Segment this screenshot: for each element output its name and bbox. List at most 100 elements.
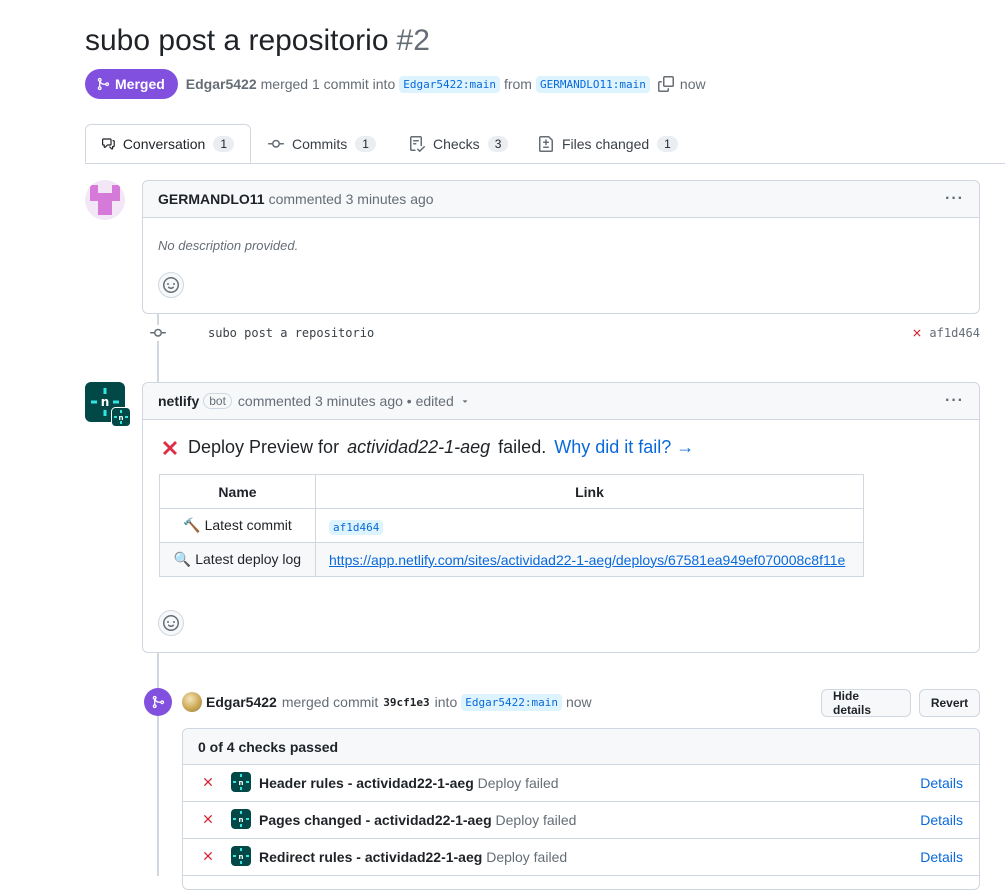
kebab-menu-icon[interactable]: ··· bbox=[945, 190, 964, 208]
table-row: 🔍 Latest deploy log https://app.netlify.… bbox=[159, 542, 864, 577]
table-header: Link bbox=[315, 474, 864, 509]
merged-state-badge: Merged bbox=[85, 69, 178, 99]
deploy-log-link[interactable]: https://app.netlify.com/sites/actividad2… bbox=[329, 552, 845, 568]
git-commit-icon bbox=[150, 325, 166, 341]
pr-time: now bbox=[679, 76, 706, 92]
bot-badge: bot bbox=[203, 393, 232, 409]
netlify-avatar[interactable]: n n bbox=[85, 382, 131, 427]
check-details-link[interactable]: Details bbox=[920, 775, 963, 791]
comment-header: netlify bot commented 3 minutes ago • ed… bbox=[143, 383, 979, 420]
deploy-title-prefix: Deploy Preview for bbox=[188, 437, 340, 457]
svg-text:n: n bbox=[119, 414, 124, 422]
merge-time: now bbox=[565, 694, 592, 710]
table-cell: 🔨 Latest commit bbox=[159, 508, 316, 543]
row-name: Latest deploy log bbox=[195, 551, 302, 567]
tab-files-changed-count: 1 bbox=[657, 135, 678, 152]
from-text: from bbox=[503, 76, 532, 92]
check-text: Header rules - actividad22-1-aeg Deploy … bbox=[259, 775, 559, 791]
svg-text:n: n bbox=[101, 395, 110, 409]
merge-author[interactable]: Edgar5422 bbox=[206, 694, 277, 710]
tab-checks-label: Checks bbox=[433, 135, 480, 152]
tab-conversation-count: 1 bbox=[213, 135, 234, 152]
tab-conversation-label: Conversation bbox=[122, 135, 206, 152]
x-icon bbox=[204, 778, 212, 786]
check-name: Header rules - actividad22-1-aeg bbox=[259, 775, 474, 791]
check-text: Pages changed - actividad22-1-aeg Deploy… bbox=[259, 812, 576, 828]
avatar[interactable] bbox=[85, 180, 125, 220]
tab-commits-label: Commits bbox=[292, 135, 348, 152]
check-row: n Redirect rules - actividad22-1-aeg Dep… bbox=[183, 839, 979, 876]
add-reaction-button[interactable] bbox=[158, 610, 184, 636]
netlify-bot-badge-icon: n bbox=[111, 407, 131, 427]
merge-commit-sha[interactable]: 39cf1e3 bbox=[383, 696, 429, 709]
deploy-table: Name Link 🔨 Latest commit af1d464 🔍 Late… bbox=[159, 474, 864, 577]
magnifier-icon: 🔍 bbox=[173, 551, 192, 567]
head-branch[interactable]: GERMANDLO11:main bbox=[535, 75, 650, 93]
comment-meta[interactable]: commented 3 minutes ago bbox=[269, 191, 434, 207]
comment-author[interactable]: GERMANDLO11 bbox=[158, 191, 265, 207]
comment-author[interactable]: netlify bbox=[158, 393, 199, 409]
kebab-menu-icon[interactable]: ··· bbox=[945, 392, 964, 410]
svg-text:n: n bbox=[239, 779, 244, 787]
revert-button[interactable]: Revert bbox=[919, 689, 980, 717]
x-icon[interactable] bbox=[911, 327, 923, 339]
hide-details-button[interactable]: Hide details bbox=[821, 689, 911, 717]
svg-text:n: n bbox=[239, 816, 244, 824]
tab-checks-count: 3 bbox=[487, 135, 509, 152]
tab-files-changed-label: Files changed bbox=[562, 135, 650, 152]
check-row: n Pages changed - actividad22-1-aeg Depl… bbox=[183, 802, 979, 839]
commit-row: subo post a repositorio af1d464 bbox=[150, 322, 980, 344]
smiley-icon bbox=[163, 615, 179, 631]
tab-checks[interactable]: Checks 3 bbox=[409, 124, 509, 163]
commit-status: af1d464 bbox=[911, 326, 980, 340]
check-details-link[interactable]: Details bbox=[920, 849, 963, 865]
check-status: Deploy failed bbox=[477, 775, 559, 791]
x-icon bbox=[204, 815, 212, 823]
pr-number: #2 bbox=[396, 24, 430, 57]
cross-mark-icon bbox=[163, 440, 177, 455]
pr-author-link[interactable]: Edgar5422 bbox=[186, 76, 257, 92]
svg-text:n: n bbox=[239, 853, 244, 861]
check-text: Redirect rules - actividad22-1-aeg Deplo… bbox=[259, 849, 567, 865]
commit-message[interactable]: subo post a repositorio bbox=[208, 326, 374, 340]
deploy-site-name: actividad22-1-aeg bbox=[347, 437, 491, 457]
comment-card: netlify bot commented 3 minutes ago • ed… bbox=[142, 382, 980, 653]
commit-sha-link[interactable]: af1d464 bbox=[329, 519, 384, 535]
check-status: Deploy failed bbox=[495, 812, 577, 828]
netlify-logo-icon: n bbox=[231, 809, 251, 829]
deploy-title-suffix: failed. bbox=[498, 437, 547, 457]
table-header: Name bbox=[159, 474, 316, 509]
checklist-icon bbox=[410, 135, 425, 152]
check-status: Deploy failed bbox=[486, 849, 568, 865]
pr-title-text: subo post a repositorio bbox=[85, 24, 389, 57]
comment-meta[interactable]: commented 3 minutes ago • edited bbox=[238, 393, 454, 409]
avatar[interactable] bbox=[182, 692, 202, 712]
state-label: Merged bbox=[115, 76, 165, 92]
merge-target-branch[interactable]: Edgar5422:main bbox=[461, 693, 562, 711]
tab-commits[interactable]: Commits 1 bbox=[268, 124, 376, 163]
check-details-link[interactable]: Details bbox=[920, 812, 963, 828]
triangle-down-icon[interactable] bbox=[460, 396, 470, 406]
smiley-icon bbox=[163, 277, 179, 293]
add-reaction-button[interactable] bbox=[158, 272, 184, 298]
into-text: into bbox=[434, 694, 458, 710]
deploy-preview-title: Deploy Preview for actividad22-1-aeg fai… bbox=[160, 437, 694, 458]
comment-card: GERMANDLO11 commented 3 minutes ago ··· … bbox=[142, 180, 980, 314]
x-icon bbox=[204, 852, 212, 860]
tab-files-changed[interactable]: Files changed 1 bbox=[538, 124, 678, 163]
table-cell: 🔍 Latest deploy log bbox=[159, 542, 316, 577]
merge-action-text: merged 1 commit into bbox=[260, 76, 396, 92]
netlify-logo-icon: n bbox=[231, 772, 251, 792]
git-merge-icon bbox=[144, 688, 172, 716]
checks-panel: 0 of 4 checks passed n Header rules - ac… bbox=[182, 728, 980, 890]
why-did-it-fail-link[interactable]: Why did it fail? → bbox=[554, 437, 694, 458]
copy-icon[interactable] bbox=[657, 76, 674, 92]
comment-header: GERMANDLO11 commented 3 minutes ago ··· bbox=[143, 181, 979, 218]
comment-body: No description provided. bbox=[158, 238, 299, 253]
check-name: Pages changed - actividad22-1-aeg bbox=[259, 812, 492, 828]
pr-meta: Merged Edgar5422 merged 1 commit into Ed… bbox=[85, 69, 706, 99]
commit-sha[interactable]: af1d464 bbox=[929, 326, 980, 340]
tab-conversation[interactable]: Conversation 1 bbox=[85, 124, 251, 163]
git-merge-icon bbox=[97, 77, 110, 91]
base-branch[interactable]: Edgar5422:main bbox=[399, 75, 500, 93]
